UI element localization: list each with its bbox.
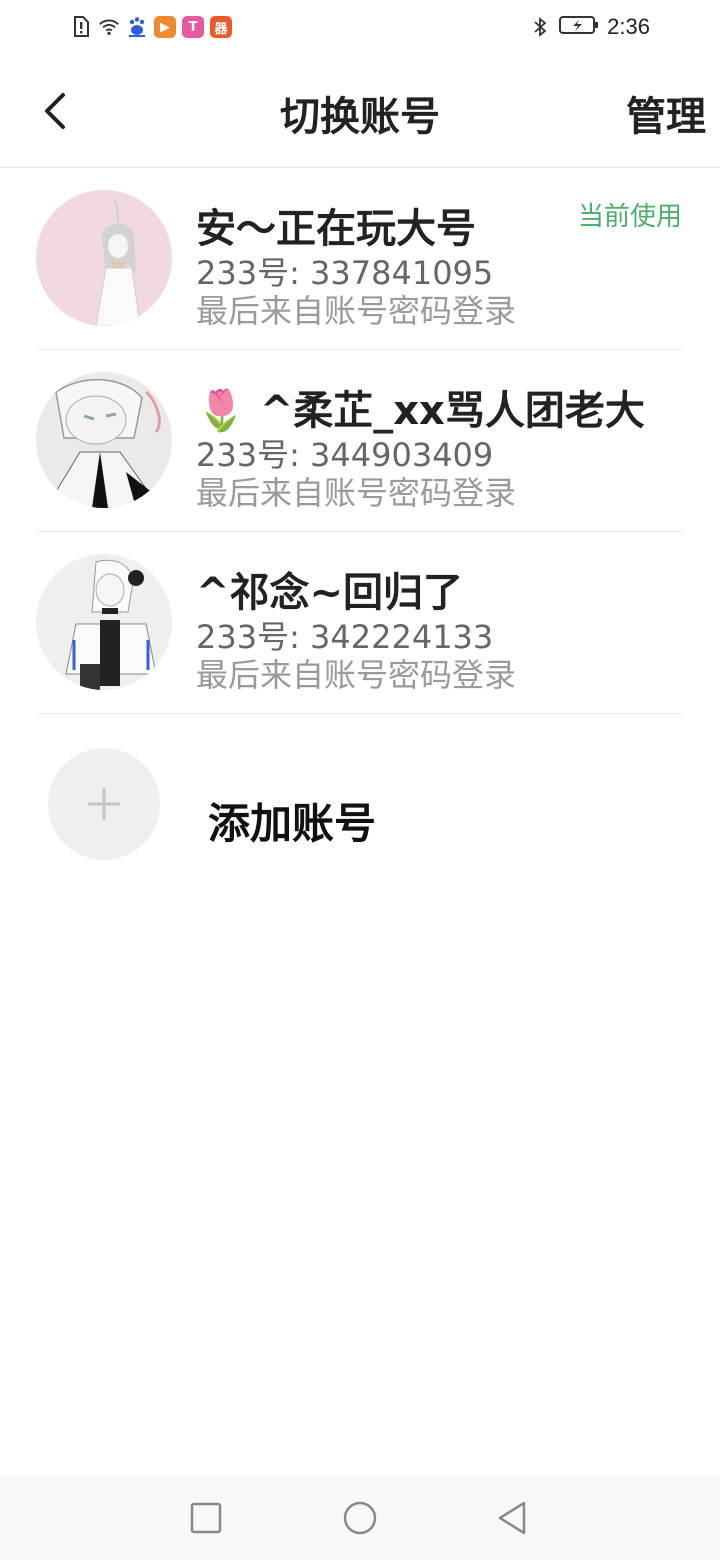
avatar	[36, 372, 172, 508]
account-login-source: 最后来自账号密码登录	[196, 474, 517, 512]
status-time: 2:36	[607, 14, 650, 39]
page-title: 切换账号	[280, 94, 440, 140]
avatar	[36, 190, 172, 326]
account-list: 安～正在玩大号 233号: 337841095 最后来自账号密码登录 当前使用 …	[0, 168, 720, 714]
header: 切换账号 管理	[0, 56, 720, 168]
add-account-button[interactable]	[48, 748, 160, 860]
add-account-row[interactable]: 添加账号	[36, 748, 684, 860]
baidu-icon	[126, 16, 148, 38]
account-login-source: 最后来自账号密码登录	[196, 656, 517, 694]
current-account-badge: 当前使用	[577, 202, 682, 232]
account-name: ^祁念~回归了	[196, 570, 464, 616]
status-bar-right: 2:36	[529, 14, 650, 40]
account-item[interactable]: 🌷 ^柔芷_xx骂人团老大 233号: 344903409 最后来自账号密码登录	[36, 350, 684, 532]
account-item[interactable]: 安～正在玩大号 233号: 337841095 最后来自账号密码登录 当前使用	[36, 168, 684, 350]
back-triangle-icon	[498, 1501, 526, 1535]
account-login-source: 最后来自账号密码登录	[196, 292, 517, 330]
status-bar: ▶ T 器 2:36	[0, 0, 720, 56]
sim-alert-icon	[70, 16, 92, 38]
status-bar-left: ▶ T 器	[70, 14, 232, 40]
wifi-icon	[98, 16, 120, 38]
plus-icon	[88, 788, 120, 820]
video-app-icon: ▶	[154, 16, 176, 38]
bluetooth-icon	[529, 16, 551, 38]
battery-charging-icon	[559, 14, 599, 40]
account-item[interactable]: ^祁念~回归了 233号: 342224133 最后来自账号密码登录	[36, 532, 684, 714]
home-circle-icon	[343, 1501, 377, 1535]
home-button[interactable]	[340, 1498, 380, 1538]
toolbox-app-icon: T	[182, 16, 204, 38]
avatar	[36, 554, 172, 690]
account-name: 🌷 ^柔芷_xx骂人团老大	[196, 388, 645, 434]
grid-app-icon: 器	[210, 16, 232, 38]
back-nav-button[interactable]	[492, 1498, 532, 1538]
recents-square-icon	[190, 1502, 222, 1534]
recents-button[interactable]	[186, 1498, 226, 1538]
system-nav-bar	[0, 1476, 720, 1560]
manage-button[interactable]: 管理	[626, 84, 706, 142]
add-account-label[interactable]: 添加账号	[208, 790, 376, 851]
